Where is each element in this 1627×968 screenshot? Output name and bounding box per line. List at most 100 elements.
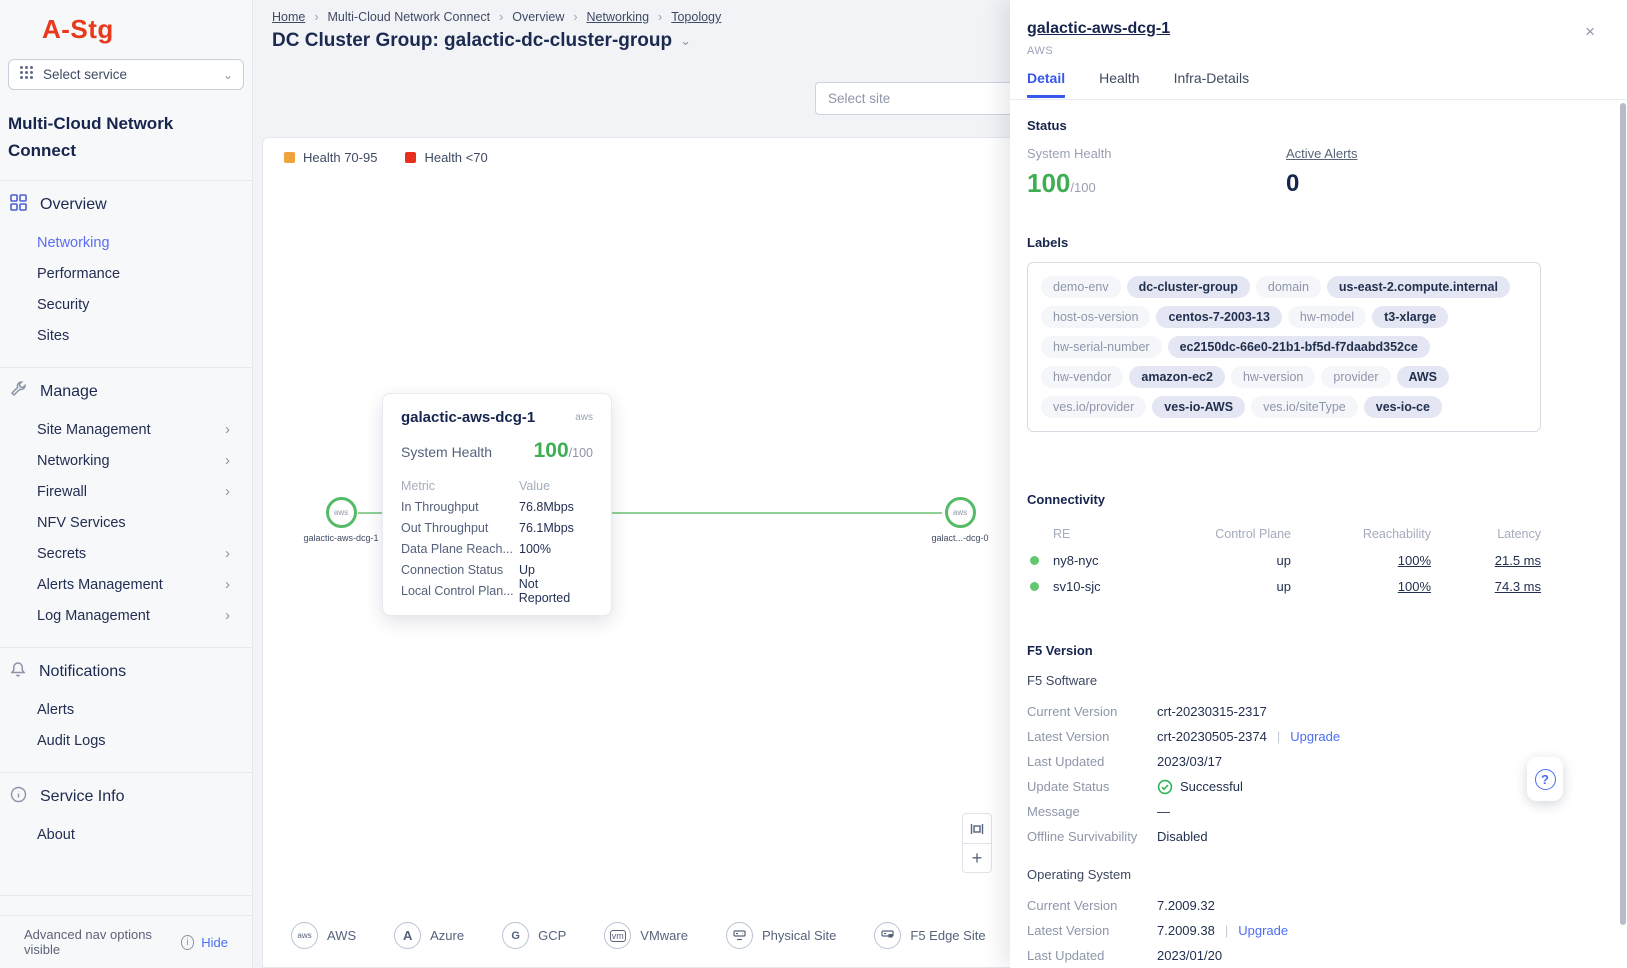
info-icon: i xyxy=(181,935,195,950)
f5-version-heading: F5 Version xyxy=(1027,643,1541,658)
label-pair: hw-serial-numberec2150dc-66e0-21b1-bf5d-… xyxy=(1041,336,1430,358)
sidebar-item-networking-manage[interactable]: Networking› xyxy=(0,445,252,476)
sidebar-item-alerts-management[interactable]: Alerts Management› xyxy=(0,569,252,600)
connectivity-heading: Connectivity xyxy=(1027,492,1541,507)
sidebar-item-firewall[interactable]: Firewall› xyxy=(0,476,252,507)
tab-health[interactable]: Health xyxy=(1099,70,1139,98)
sidebar-item-site-management[interactable]: Site Management› xyxy=(0,414,252,445)
topology-node-galact-dcg-0[interactable]: aws galact...-dcg-0 xyxy=(905,497,1015,543)
label-pair: ves.io/siteTypeves-io-ce xyxy=(1251,396,1442,418)
divider xyxy=(0,895,252,915)
panel-scrollbar[interactable] xyxy=(1620,103,1626,925)
labels-heading: Labels xyxy=(1027,235,1541,250)
legend-item-azure: AAzure xyxy=(394,922,464,949)
grid-menu-icon xyxy=(19,65,34,85)
question-mark-icon: ? xyxy=(1535,769,1556,790)
status-dot-green xyxy=(1030,582,1039,591)
topology-node-galactic-aws-dcg-1[interactable]: aws galactic-aws-dcg-1 xyxy=(286,497,396,543)
sidebar-section-service-info[interactable]: Service Info xyxy=(0,775,252,819)
label-pair: hw-modelt3-xlarge xyxy=(1288,306,1448,328)
aws-node-icon: aws xyxy=(326,497,357,528)
sidebar-item-security[interactable]: Security xyxy=(0,289,252,320)
node-label: galactic-aws-dcg-1 xyxy=(286,533,396,543)
azure-icon: A xyxy=(394,922,421,949)
provider-subtitle: AWS xyxy=(1027,45,1627,57)
table-row: ny8-nyc up 100% 21.5 ms xyxy=(1027,547,1541,573)
sidebar-item-secrets[interactable]: Secrets› xyxy=(0,538,252,569)
legend-item-aws: awsAWS xyxy=(291,922,356,949)
sidebar-item-performance[interactable]: Performance xyxy=(0,258,252,289)
close-icon[interactable]: × xyxy=(1585,22,1595,42)
zoom-in-button[interactable]: + xyxy=(963,843,991,872)
breadcrumb-overview: Overview xyxy=(512,10,564,24)
aws-icon: aws xyxy=(291,922,318,949)
wrench-icon xyxy=(10,381,27,403)
sidebar-item-log-management[interactable]: Log Management› xyxy=(0,600,252,631)
advanced-nav-footer: Advanced nav options visible i Hide xyxy=(0,915,252,968)
tab-infra-details[interactable]: Infra-Details xyxy=(1174,70,1249,98)
chevron-right-icon: › xyxy=(225,607,230,624)
help-button[interactable]: ? xyxy=(1527,757,1563,801)
health-70-95-swatch xyxy=(284,152,295,163)
select-service-dropdown[interactable]: Select service ⌄ xyxy=(8,59,244,90)
latency-link[interactable]: 74.3 ms xyxy=(1495,579,1541,594)
breadcrumb-topology[interactable]: Topology xyxy=(671,10,721,24)
section-label: Manage xyxy=(40,383,98,401)
section-label: Service Info xyxy=(40,788,124,806)
sidebar-item-about[interactable]: About xyxy=(0,819,252,850)
sidebar-item-alerts[interactable]: Alerts xyxy=(0,694,252,725)
sidebar-section-manage[interactable]: Manage xyxy=(0,370,252,414)
label-pair: providerAWS xyxy=(1321,366,1449,388)
sidebar-section-overview[interactable]: Overview xyxy=(0,183,252,227)
divider xyxy=(0,647,252,648)
panel-title-link[interactable]: galactic-aws-dcg-1 xyxy=(1027,20,1170,38)
table-row: sv10-sjc up 100% 74.3 ms xyxy=(1027,573,1541,599)
breadcrumb-networking[interactable]: Networking xyxy=(587,10,650,24)
chevron-right-icon: › xyxy=(225,576,230,593)
page-title[interactable]: DC Cluster Group: galactic-dc-cluster-gr… xyxy=(272,30,691,52)
legend-item-f5-edge-site: F5 Edge Site xyxy=(874,922,985,949)
success-check-icon xyxy=(1157,779,1173,795)
legend-item-vmware: vmVMware xyxy=(604,922,688,949)
reachability-link[interactable]: 100% xyxy=(1398,579,1431,594)
upgrade-link[interactable]: Upgrade xyxy=(1290,729,1340,744)
f5-software-subheading: F5 Software xyxy=(1027,673,1541,688)
label-pair: ves.io/providerves-io-AWS xyxy=(1041,396,1245,418)
operating-system-subheading: Operating System xyxy=(1027,867,1541,882)
legend-item-gcp: GGCP xyxy=(502,922,566,949)
label-pair: demo-envdc-cluster-group xyxy=(1041,276,1250,298)
chevron-right-icon: › xyxy=(225,545,230,562)
sidebar-item-audit-logs[interactable]: Audit Logs xyxy=(0,725,252,756)
labels-container: demo-envdc-cluster-group domainus-east-2… xyxy=(1027,262,1541,432)
label-pair: hw-version xyxy=(1231,366,1315,388)
fit-view-button[interactable] xyxy=(963,814,991,843)
info-icon xyxy=(10,786,27,808)
tooltip-title: galactic-aws-dcg-1 xyxy=(401,409,535,426)
tab-detail[interactable]: Detail xyxy=(1027,70,1065,98)
chevron-down-icon: ⌄ xyxy=(223,68,233,82)
aws-node-icon: aws xyxy=(945,497,976,528)
upgrade-link[interactable]: Upgrade xyxy=(1238,923,1288,938)
sidebar-item-sites[interactable]: Sites xyxy=(0,320,252,351)
gcp-icon: G xyxy=(502,922,529,949)
table-row: Data Plane Reach...100% xyxy=(401,538,593,559)
active-alerts-value: 0 xyxy=(1286,170,1541,198)
sidebar-item-nfv-services[interactable]: NFV Services xyxy=(0,507,252,538)
health-legend: Health 70-95 Health <70 xyxy=(284,150,488,165)
legend-item-physical-site: Physical Site xyxy=(726,922,836,949)
table-row: In Throughput76.8Mbps xyxy=(401,496,593,517)
table-row: Out Throughput76.1Mbps xyxy=(401,517,593,538)
chevron-right-icon: › xyxy=(225,452,230,469)
label-pair: domainus-east-2.compute.internal xyxy=(1256,276,1510,298)
system-health-label: System Health xyxy=(1027,146,1286,161)
sidebar-section-notifications[interactable]: Notifications xyxy=(0,650,252,694)
hide-advanced-nav-link[interactable]: Hide xyxy=(201,935,228,950)
label-pair: host-os-versioncentos-7-2003-13 xyxy=(1041,306,1282,328)
reachability-link[interactable]: 100% xyxy=(1398,553,1431,568)
latency-link[interactable]: 21.5 ms xyxy=(1495,553,1541,568)
sidebar-item-networking[interactable]: Networking xyxy=(0,227,252,258)
detail-panel-body: Status System Health 100/100 Active Aler… xyxy=(1010,100,1627,968)
divider xyxy=(0,367,252,368)
active-alerts-link[interactable]: Active Alerts xyxy=(1286,146,1541,161)
breadcrumb-home[interactable]: Home xyxy=(272,10,305,24)
